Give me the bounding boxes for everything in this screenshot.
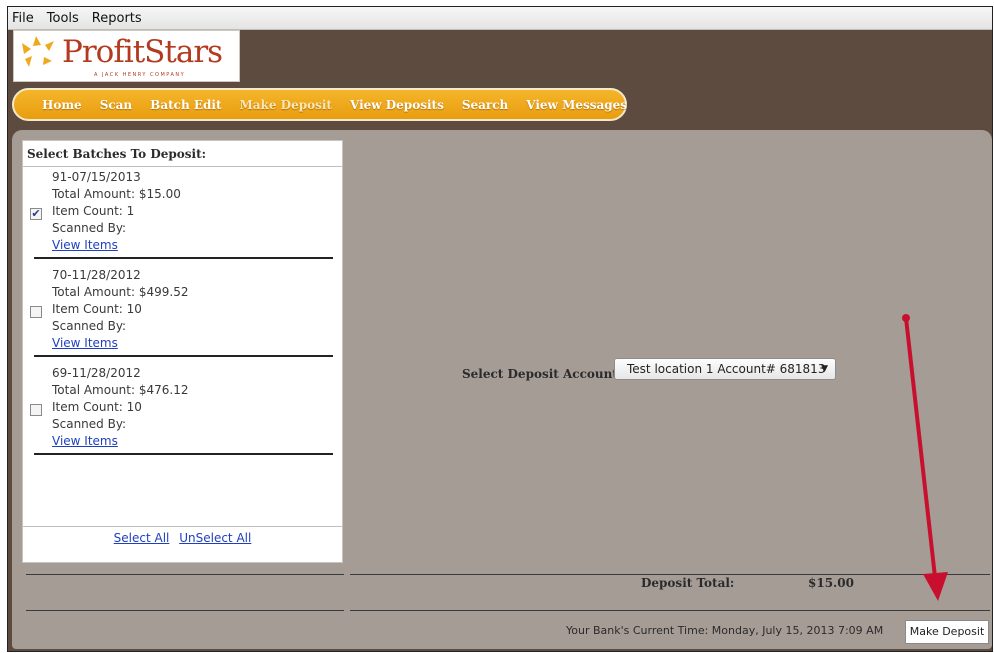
check-icon: ✔ [31, 208, 41, 220]
batch-item: 69-11/28/2012 Total Amount: $476.12 Item… [23, 364, 342, 460]
batch-id-date: 69-11/28/2012 [52, 366, 141, 380]
batch-panel-title: Select Batches To Deposit: [27, 147, 207, 161]
batch-checkbox[interactable] [30, 404, 42, 416]
nav-batch-edit[interactable]: Batch Edit [150, 98, 221, 112]
logo-wordmark: ProfitStars [62, 34, 223, 70]
nav-home[interactable]: Home [42, 98, 82, 112]
nav-view-messages[interactable]: View Messages [526, 98, 627, 112]
deposit-total-label: Deposit Total: [641, 576, 735, 590]
batch-count: Item Count: 10 [52, 302, 142, 316]
view-items-link[interactable]: View Items [52, 238, 118, 252]
batch-count: Item Count: 10 [52, 400, 142, 414]
deposit-account-label: Select Deposit Account: [462, 367, 623, 381]
select-all-link[interactable]: Select All [114, 531, 170, 545]
make-deposit-button[interactable]: Make Deposit [905, 620, 989, 644]
batch-divider [34, 355, 333, 357]
select-links: Select All UnSelect All [23, 531, 342, 545]
batch-total: Total Amount: $15.00 [52, 187, 181, 201]
nav-scan[interactable]: Scan [100, 98, 132, 112]
menu-file[interactable]: File [12, 11, 34, 26]
deposit-account-value: Test location 1 Account# 681813 [627, 362, 826, 376]
left-divider-bottom [26, 610, 344, 611]
view-items-link[interactable]: View Items [52, 336, 118, 350]
bank-current-time: Your Bank's Current Time: Monday, July 1… [566, 624, 884, 637]
batch-divider [34, 453, 333, 455]
batch-item: 91-07/15/2013 Total Amount: $15.00 ✔ Ite… [23, 168, 342, 264]
menu-tools[interactable]: Tools [47, 11, 79, 26]
menu-reports[interactable]: Reports [92, 11, 142, 26]
batch-count: Item Count: 1 [52, 204, 135, 218]
deposit-account-select[interactable]: Test location 1 Account# 681813 ▼ [614, 358, 836, 380]
batch-total: Total Amount: $476.12 [52, 383, 189, 397]
caret-down-icon: ▼ [821, 364, 828, 374]
batch-id-date: 91-07/15/2013 [52, 170, 141, 184]
logo-tagline: A JACK HENRY COMPANY [94, 72, 186, 78]
select-links-divider [23, 526, 342, 527]
menu-bar: File Tools Reports [8, 7, 992, 30]
deposit-total-value: $15.00 [808, 576, 854, 590]
right-divider-bottom [350, 610, 990, 611]
batch-divider [34, 257, 333, 259]
nav-view-deposits[interactable]: View Deposits [350, 98, 444, 112]
content-area: Select Batches To Deposit: 91-07/15/2013… [12, 130, 992, 649]
app-window: File Tools Reports ProfitStars A JACK HE… [7, 6, 993, 652]
batch-scanned-by: Scanned By: [52, 221, 127, 235]
batch-title-divider [23, 166, 342, 167]
profitstars-logo: ProfitStars A JACK HENRY COMPANY [13, 30, 240, 82]
batch-id-date: 70-11/28/2012 [52, 268, 141, 282]
batch-checkbox[interactable] [30, 306, 42, 318]
batch-checkbox[interactable]: ✔ [30, 208, 42, 220]
view-items-link[interactable]: View Items [52, 434, 118, 448]
left-divider-top [26, 574, 344, 575]
batch-scanned-by: Scanned By: [52, 417, 127, 431]
unselect-all-link[interactable]: UnSelect All [179, 531, 251, 545]
batch-total: Total Amount: $499.52 [52, 285, 189, 299]
main-nav: Home Scan Batch Edit Make Deposit View D… [12, 88, 627, 121]
star-burst-icon [22, 36, 54, 67]
right-divider-top [350, 574, 990, 575]
nav-search[interactable]: Search [462, 98, 508, 112]
batch-item: 70-11/28/2012 Total Amount: $499.52 Item… [23, 266, 342, 362]
nav-make-deposit[interactable]: Make Deposit [239, 98, 331, 112]
batch-panel: Select Batches To Deposit: 91-07/15/2013… [22, 140, 343, 563]
batch-scanned-by: Scanned By: [52, 319, 127, 333]
